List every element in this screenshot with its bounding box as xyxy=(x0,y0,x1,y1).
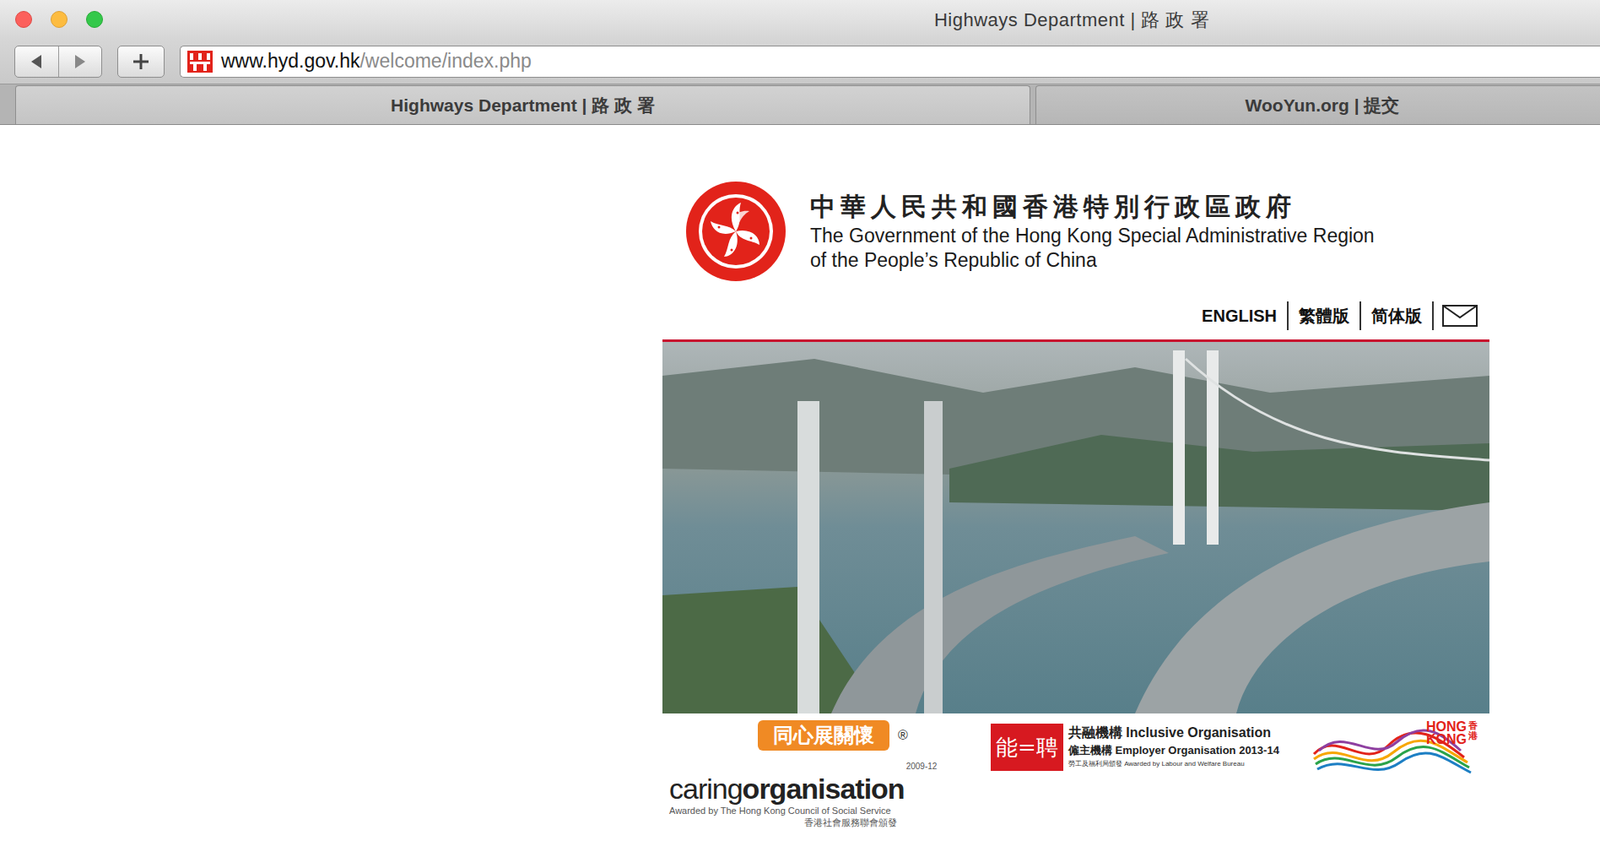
browser-tab[interactable]: Highways Department | 路 政 署 xyxy=(15,85,1031,125)
brand-en: HONG KONG xyxy=(1416,719,1467,746)
tab-label: Highways Department | 路 政 署 xyxy=(390,91,655,119)
back-button[interactable] xyxy=(15,46,60,77)
toolbar: www.hyd.gov.hk/welcome/index.php xyxy=(0,38,1600,84)
language-link[interactable]: 繁體版 xyxy=(1288,301,1362,330)
language-link[interactable]: ENGLISH xyxy=(1191,301,1289,330)
browser-tab[interactable]: WooYun.org | 提交 xyxy=(1035,85,1600,125)
new-tab-button[interactable] xyxy=(117,45,165,78)
url-path: /welcome/index.php xyxy=(359,49,531,72)
tab-bar: Highways Department | 路 政 署 WooYun.org | … xyxy=(0,83,1600,125)
url: www.hyd.gov.hk/welcome/index.php xyxy=(221,46,532,76)
hksar-emblem-icon xyxy=(685,180,787,282)
caring-word: caringorganisation2009-12 xyxy=(669,750,958,805)
inclusive-line: 共融機構 Inclusive Organisation xyxy=(1068,723,1280,742)
window-title: Highways Department | 路 政 署 xyxy=(860,0,1283,39)
site-favicon-icon xyxy=(187,50,213,73)
red-divider xyxy=(662,339,1490,342)
gov-name-zh: 中華人民共和國香港特別行政區政府 xyxy=(810,189,1375,224)
inclusive-organisation-logo[interactable]: 能=聘共融機構 Inclusive Organisation僱主機構 Emplo… xyxy=(990,719,1280,771)
mail-icon[interactable] xyxy=(1433,304,1478,327)
window-controls xyxy=(0,10,103,28)
registered-mark: ® xyxy=(897,724,909,746)
brush-label: 同心展關懷 xyxy=(757,719,890,751)
awards-row: 同心展關懷®caringorganisation2009-12Awarded b… xyxy=(662,713,1490,828)
title-bar: Highways Department | 路 政 署 xyxy=(0,0,1600,39)
employer-line: 僱主機構 Employer Organisation 2013-14 xyxy=(1068,741,1280,759)
caring-organisation-logo[interactable]: 同心展關懷®caringorganisation2009-12Awarded b… xyxy=(662,719,958,828)
address-bar[interactable]: www.hyd.gov.hk/welcome/index.php xyxy=(179,45,1600,78)
awarded-line: 勞工及福利局頒發 Awarded by Labour and Welfare B… xyxy=(1068,758,1280,769)
tab-label: WooYun.org | 提交 xyxy=(1245,91,1400,119)
brand-text: HONG KONG香港 xyxy=(1416,719,1478,746)
gov-title: 中華人民共和國香港特別行政區政府The Government of the Ho… xyxy=(810,189,1375,273)
brand-zh: 香港 xyxy=(1468,719,1478,741)
word-caring: caring xyxy=(669,772,743,805)
banner-photo xyxy=(662,341,1490,714)
brand-hong-kong-logo[interactable]: HONG KONG香港 xyxy=(1312,719,1482,781)
close-button[interactable] xyxy=(15,10,33,28)
zoom-button[interactable] xyxy=(86,10,103,28)
page: 中華人民共和國香港特別行政區政府The Government of the Ho… xyxy=(662,124,1490,828)
minimize-button[interactable] xyxy=(50,10,68,28)
word-organisation: organisation xyxy=(742,772,905,805)
gov-name-en: of the People’s Republic of China xyxy=(810,248,1375,273)
awarded-by-zh: 香港社會服務聯會頒發 xyxy=(669,816,958,828)
language-bar: ENGLISH繁體版简体版 xyxy=(662,300,1490,331)
brush-row: 同心展關懷 ® xyxy=(669,719,958,751)
gov-header: 中華人民共和國香港特別行政區政府The Government of the Ho… xyxy=(662,180,1490,282)
forward-button[interactable] xyxy=(59,46,103,77)
years: 2009-12 xyxy=(906,750,938,783)
nav-buttons xyxy=(14,45,103,78)
inclusive-text: 共融機構 Inclusive Organisation僱主機構 Employer… xyxy=(1068,723,1280,769)
language-link[interactable]: 简体版 xyxy=(1361,301,1434,330)
gov-name-en: The Government of the Hong Kong Special … xyxy=(810,223,1375,249)
url-host: www.hyd.gov.hk xyxy=(221,49,360,72)
awarded-by-en: Awarded by The Hong Kong Council of Soci… xyxy=(669,804,958,817)
inclusive-mark: 能=聘 xyxy=(990,723,1064,771)
